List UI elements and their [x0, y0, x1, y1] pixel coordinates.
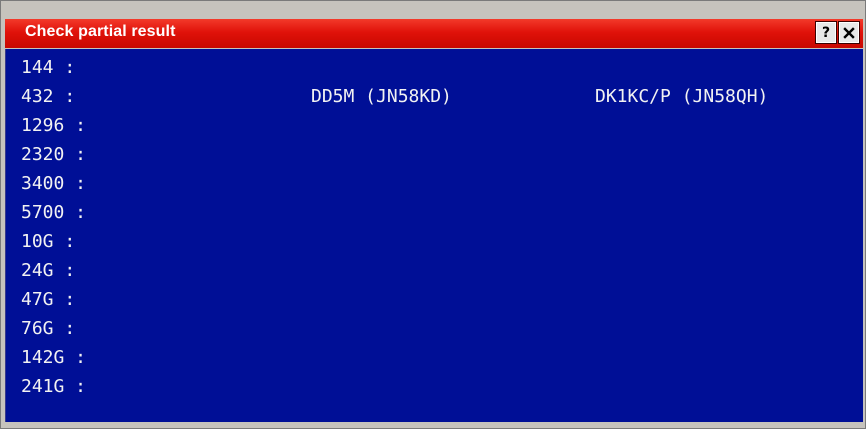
band-row: 76G :: [21, 314, 75, 343]
band-row: 432 : DD5M (JN58KD) DK1KC/P (JN58QH): [21, 82, 768, 111]
band-row: 1296 :: [21, 111, 86, 140]
band-label: 47G :: [21, 289, 76, 310]
band-label: 5700 :: [21, 202, 87, 223]
window-bottom-border: [5, 422, 863, 426]
check-partial-result-window: Check partial result ? 144 : 432 : DD5M (J…: [0, 0, 866, 429]
band-label: 432 :: [21, 86, 76, 107]
result-panel: 144 : 432 : DD5M (JN58KD) DK1KC/P (JN58QH) 1…: [5, 49, 863, 422]
station-entry: DK1KC/P (JN58QH): [595, 86, 769, 107]
title-bar[interactable]: Check partial result ?: [5, 19, 863, 48]
band-row: 5700 :: [21, 198, 86, 227]
band-label: 142G :: [21, 347, 87, 368]
station-entry: DD5M (JN58KD): [311, 86, 452, 107]
band-label: 10G :: [21, 231, 76, 252]
band-row: 241G :: [21, 372, 86, 401]
band-label: 144 :: [21, 57, 76, 78]
close-icon: [843, 26, 855, 39]
band-row: 10G :: [21, 227, 75, 256]
band-row: 24G :: [21, 256, 75, 285]
band-row: 2320 :: [21, 140, 86, 169]
band-label: 3400 :: [21, 173, 87, 194]
band-row: 3400 :: [21, 169, 86, 198]
band-row: 47G :: [21, 285, 75, 314]
help-icon: ?: [821, 24, 831, 41]
band-label: 24G :: [21, 260, 76, 281]
window-title: Check partial result: [25, 23, 176, 40]
close-button[interactable]: [838, 21, 860, 44]
band-label: 76G :: [21, 318, 76, 339]
band-label: 241G :: [21, 376, 87, 397]
band-label: 1296 :: [21, 115, 87, 136]
band-label: 2320 :: [21, 144, 87, 165]
band-row: 142G :: [21, 343, 86, 372]
band-row: 144 :: [21, 53, 75, 82]
help-button[interactable]: ?: [815, 21, 837, 44]
